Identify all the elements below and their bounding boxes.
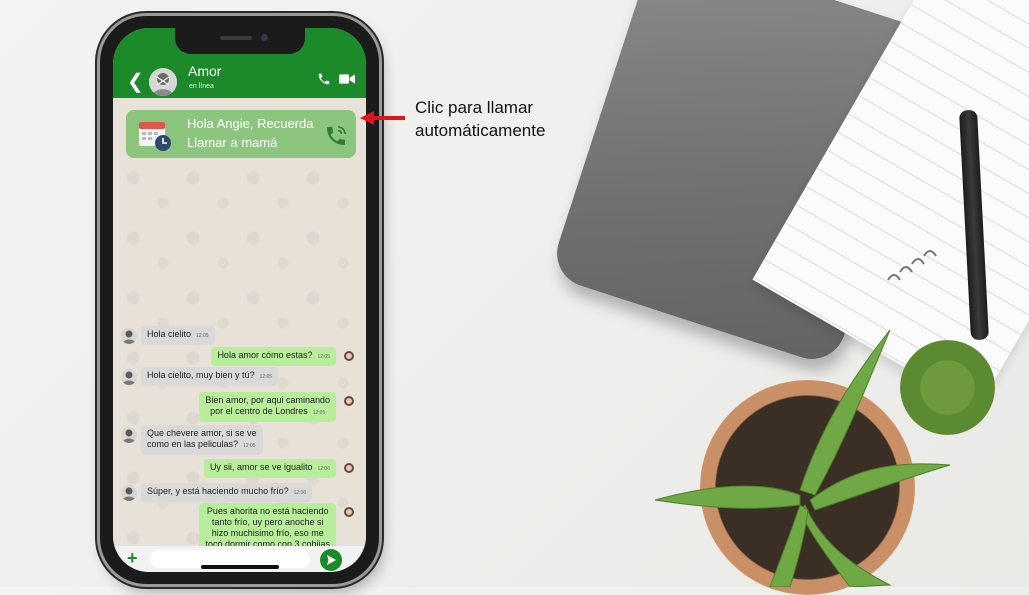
sender-avatar <box>121 369 137 385</box>
contact-avatar[interactable] <box>149 68 177 96</box>
message-text: tanto frío, uy pero anoche si <box>211 517 324 527</box>
message-text: por el centro de Londres <box>210 406 308 416</box>
own-avatar <box>341 505 357 521</box>
phone-call-icon[interactable] <box>317 72 331 86</box>
message-text: Hola cielito <box>147 329 192 339</box>
message-time: 12:05 <box>317 354 330 360</box>
outgoing-message[interactable]: Uy sii, amor se ve igualito 12:06 <box>203 459 336 478</box>
front-camera <box>261 34 268 41</box>
avatar-image <box>149 68 177 96</box>
video-camera-icon[interactable] <box>339 73 355 85</box>
message-time: 12:06 <box>317 466 330 472</box>
ringing-phone-icon[interactable] <box>324 124 348 148</box>
message-text: Pues ahorita no está haciendo <box>206 506 329 516</box>
notebook-spiral <box>887 250 937 281</box>
send-icon <box>327 555 336 565</box>
outgoing-message[interactable]: Bien amor, por aqui caminando por el cent… <box>199 392 336 422</box>
sender-avatar <box>121 485 137 501</box>
sender-avatar <box>121 328 137 344</box>
chat-background <box>113 98 366 546</box>
message-text: Uy sii, amor se ve igualito <box>209 462 313 472</box>
message-text: Hola amor cómo estas? <box>217 350 313 360</box>
incoming-message[interactable]: Súper, y está haciendo mucho frío? 12:06 <box>141 483 313 502</box>
message-time: 12:05 <box>312 410 326 416</box>
message-text: Súper, y está haciendo mucho frío? <box>147 486 289 496</box>
contact-status: en línea <box>189 83 214 90</box>
own-avatar <box>341 461 357 477</box>
plus-icon[interactable]: + <box>127 548 138 568</box>
message-text: como en las peliculas? <box>147 439 239 449</box>
speaker-grille <box>220 36 252 40</box>
message-time: 12:05 <box>196 333 209 339</box>
chat-screen: ❮ Amor en línea Hola Angie, Recuerda Lla… <box>113 28 366 572</box>
phone: ❮ Amor en línea Hola Angie, Recuerda Lla… <box>100 16 379 584</box>
message-text: Hola cielito, muy bien y tú? <box>147 370 255 380</box>
incoming-message[interactable]: Hola cielito 12:05 <box>141 326 215 345</box>
message-text: Que chevere amor, si se ve <box>147 428 257 438</box>
reminder-text-line1: Hola Angie, Recuerda <box>187 116 314 131</box>
home-indicator <box>201 565 279 569</box>
calendar-clock-icon <box>139 122 171 151</box>
message-time: 12:06 <box>293 490 307 496</box>
annotation-text-line2: automáticamente <box>415 121 546 140</box>
own-avatar <box>341 349 357 365</box>
send-button[interactable] <box>320 549 342 571</box>
incoming-message[interactable]: Hola cielito, muy bien y tú? 12:05 <box>141 367 279 386</box>
annotation-arrow <box>360 111 405 125</box>
incoming-message[interactable]: Que chevere amor, si se ve como en las pe… <box>141 425 263 455</box>
contact-name[interactable]: Amor <box>188 63 221 79</box>
sender-avatar <box>121 427 137 443</box>
annotation-text-line1: Clic para llamar <box>415 98 534 117</box>
reminder-text-line2: Llamar a mamá <box>187 135 278 150</box>
reminder-notification[interactable]: Hola Angie, Recuerda Llamar a mamá <box>126 110 356 158</box>
message-time: 12:05 <box>259 374 273 380</box>
outgoing-message[interactable]: Hola amor cómo estas? 12:05 <box>211 347 336 366</box>
phone-notch <box>175 28 305 54</box>
message-text: Bien amor, por aqui caminando <box>205 395 330 405</box>
back-arrow-icon[interactable]: ❮ <box>127 72 144 92</box>
message-text: hizo muchisimo frío, eso me <box>211 528 324 538</box>
own-avatar <box>341 394 357 410</box>
aloe-leaves <box>654 329 951 587</box>
message-time: 12:05 <box>243 443 256 449</box>
